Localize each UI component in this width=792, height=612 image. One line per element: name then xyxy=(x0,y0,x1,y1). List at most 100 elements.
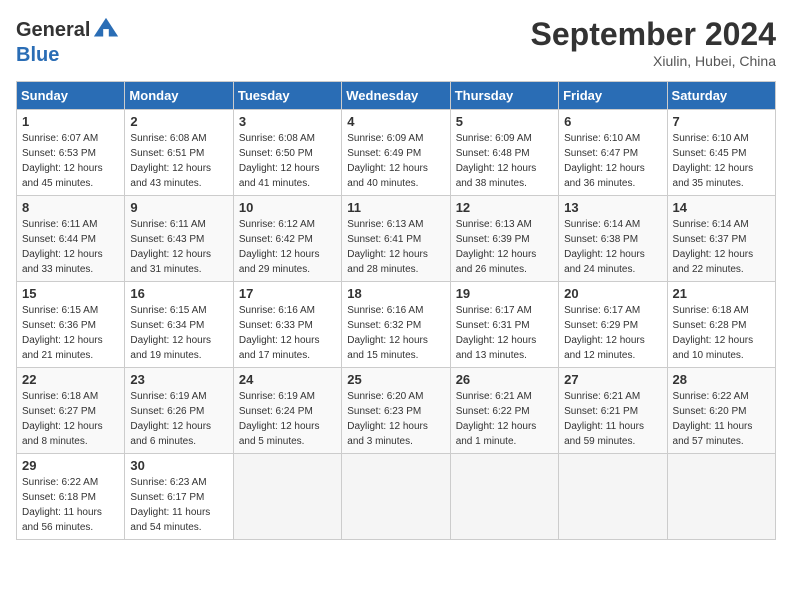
calendar-cell xyxy=(667,454,775,540)
day-number: 22 xyxy=(22,372,119,387)
day-number: 14 xyxy=(673,200,770,215)
day-header-saturday: Saturday xyxy=(667,82,775,110)
day-number: 17 xyxy=(239,286,336,301)
calendar-cell: 15 Sunrise: 6:15 AM Sunset: 6:36 PM Dayl… xyxy=(17,282,125,368)
calendar-cell: 27 Sunrise: 6:21 AM Sunset: 6:21 PM Dayl… xyxy=(559,368,667,454)
day-number: 20 xyxy=(564,286,661,301)
day-header-sunday: Sunday xyxy=(17,82,125,110)
calendar-cell: 2 Sunrise: 6:08 AM Sunset: 6:51 PM Dayli… xyxy=(125,110,233,196)
calendar-cell xyxy=(342,454,450,540)
calendar-cell: 5 Sunrise: 6:09 AM Sunset: 6:48 PM Dayli… xyxy=(450,110,558,196)
day-header-tuesday: Tuesday xyxy=(233,82,341,110)
day-number: 25 xyxy=(347,372,444,387)
day-info: Sunrise: 6:21 AM Sunset: 6:22 PM Dayligh… xyxy=(456,389,553,449)
day-number: 15 xyxy=(22,286,119,301)
day-info: Sunrise: 6:16 AM Sunset: 6:33 PM Dayligh… xyxy=(239,303,336,363)
day-info: Sunrise: 6:18 AM Sunset: 6:27 PM Dayligh… xyxy=(22,389,119,449)
calendar-cell: 11 Sunrise: 6:13 AM Sunset: 6:41 PM Dayl… xyxy=(342,196,450,282)
logo-icon xyxy=(92,16,120,44)
calendar-week-1: 1 Sunrise: 6:07 AM Sunset: 6:53 PM Dayli… xyxy=(17,110,776,196)
day-number: 5 xyxy=(456,114,553,129)
calendar-cell: 22 Sunrise: 6:18 AM Sunset: 6:27 PM Dayl… xyxy=(17,368,125,454)
calendar-week-3: 15 Sunrise: 6:15 AM Sunset: 6:36 PM Dayl… xyxy=(17,282,776,368)
day-number: 28 xyxy=(673,372,770,387)
day-number: 7 xyxy=(673,114,770,129)
day-info: Sunrise: 6:10 AM Sunset: 6:45 PM Dayligh… xyxy=(673,131,770,191)
day-info: Sunrise: 6:22 AM Sunset: 6:18 PM Dayligh… xyxy=(22,475,119,535)
day-number: 9 xyxy=(130,200,227,215)
calendar-cell: 29 Sunrise: 6:22 AM Sunset: 6:18 PM Dayl… xyxy=(17,454,125,540)
day-number: 12 xyxy=(456,200,553,215)
day-number: 10 xyxy=(239,200,336,215)
day-number: 21 xyxy=(673,286,770,301)
calendar-cell: 30 Sunrise: 6:23 AM Sunset: 6:17 PM Dayl… xyxy=(125,454,233,540)
day-info: Sunrise: 6:20 AM Sunset: 6:23 PM Dayligh… xyxy=(347,389,444,449)
day-info: Sunrise: 6:14 AM Sunset: 6:37 PM Dayligh… xyxy=(673,217,770,277)
day-number: 13 xyxy=(564,200,661,215)
day-info: Sunrise: 6:09 AM Sunset: 6:48 PM Dayligh… xyxy=(456,131,553,191)
day-number: 16 xyxy=(130,286,227,301)
day-number: 26 xyxy=(456,372,553,387)
calendar-cell: 7 Sunrise: 6:10 AM Sunset: 6:45 PM Dayli… xyxy=(667,110,775,196)
calendar-cell xyxy=(233,454,341,540)
day-number: 3 xyxy=(239,114,336,129)
day-info: Sunrise: 6:13 AM Sunset: 6:39 PM Dayligh… xyxy=(456,217,553,277)
logo-text: General xyxy=(16,19,90,41)
calendar-cell: 25 Sunrise: 6:20 AM Sunset: 6:23 PM Dayl… xyxy=(342,368,450,454)
day-header-wednesday: Wednesday xyxy=(342,82,450,110)
calendar-cell xyxy=(559,454,667,540)
day-info: Sunrise: 6:18 AM Sunset: 6:28 PM Dayligh… xyxy=(673,303,770,363)
calendar-cell: 21 Sunrise: 6:18 AM Sunset: 6:28 PM Dayl… xyxy=(667,282,775,368)
calendar-cell: 20 Sunrise: 6:17 AM Sunset: 6:29 PM Dayl… xyxy=(559,282,667,368)
calendar-cell: 24 Sunrise: 6:19 AM Sunset: 6:24 PM Dayl… xyxy=(233,368,341,454)
calendar-cell: 9 Sunrise: 6:11 AM Sunset: 6:43 PM Dayli… xyxy=(125,196,233,282)
day-number: 27 xyxy=(564,372,661,387)
calendar-cell: 1 Sunrise: 6:07 AM Sunset: 6:53 PM Dayli… xyxy=(17,110,125,196)
day-info: Sunrise: 6:16 AM Sunset: 6:32 PM Dayligh… xyxy=(347,303,444,363)
calendar-cell: 18 Sunrise: 6:16 AM Sunset: 6:32 PM Dayl… xyxy=(342,282,450,368)
day-info: Sunrise: 6:15 AM Sunset: 6:34 PM Dayligh… xyxy=(130,303,227,363)
logo-blue-text: Blue xyxy=(16,44,59,66)
day-info: Sunrise: 6:13 AM Sunset: 6:41 PM Dayligh… xyxy=(347,217,444,277)
day-number: 2 xyxy=(130,114,227,129)
day-number: 18 xyxy=(347,286,444,301)
month-title: September 2024 xyxy=(531,16,776,53)
day-info: Sunrise: 6:07 AM Sunset: 6:53 PM Dayligh… xyxy=(22,131,119,191)
day-number: 11 xyxy=(347,200,444,215)
calendar-cell: 17 Sunrise: 6:16 AM Sunset: 6:33 PM Dayl… xyxy=(233,282,341,368)
page-header: General Blue September 2024 Xiulin, Hube… xyxy=(16,16,776,69)
calendar-cell: 12 Sunrise: 6:13 AM Sunset: 6:39 PM Dayl… xyxy=(450,196,558,282)
day-number: 6 xyxy=(564,114,661,129)
calendar-cell: 13 Sunrise: 6:14 AM Sunset: 6:38 PM Dayl… xyxy=(559,196,667,282)
day-info: Sunrise: 6:21 AM Sunset: 6:21 PM Dayligh… xyxy=(564,389,661,449)
calendar-cell: 26 Sunrise: 6:21 AM Sunset: 6:22 PM Dayl… xyxy=(450,368,558,454)
calendar-cell: 3 Sunrise: 6:08 AM Sunset: 6:50 PM Dayli… xyxy=(233,110,341,196)
day-number: 19 xyxy=(456,286,553,301)
calendar-cell: 4 Sunrise: 6:09 AM Sunset: 6:49 PM Dayli… xyxy=(342,110,450,196)
calendar-cell: 6 Sunrise: 6:10 AM Sunset: 6:47 PM Dayli… xyxy=(559,110,667,196)
day-info: Sunrise: 6:08 AM Sunset: 6:50 PM Dayligh… xyxy=(239,131,336,191)
calendar-week-4: 22 Sunrise: 6:18 AM Sunset: 6:27 PM Dayl… xyxy=(17,368,776,454)
day-info: Sunrise: 6:23 AM Sunset: 6:17 PM Dayligh… xyxy=(130,475,227,535)
calendar-cell: 16 Sunrise: 6:15 AM Sunset: 6:34 PM Dayl… xyxy=(125,282,233,368)
day-info: Sunrise: 6:17 AM Sunset: 6:31 PM Dayligh… xyxy=(456,303,553,363)
day-info: Sunrise: 6:11 AM Sunset: 6:44 PM Dayligh… xyxy=(22,217,119,277)
day-header-thursday: Thursday xyxy=(450,82,558,110)
calendar-cell: 23 Sunrise: 6:19 AM Sunset: 6:26 PM Dayl… xyxy=(125,368,233,454)
day-number: 30 xyxy=(130,458,227,473)
location: Xiulin, Hubei, China xyxy=(531,53,776,69)
calendar-week-2: 8 Sunrise: 6:11 AM Sunset: 6:44 PM Dayli… xyxy=(17,196,776,282)
day-info: Sunrise: 6:09 AM Sunset: 6:49 PM Dayligh… xyxy=(347,131,444,191)
calendar-cell: 28 Sunrise: 6:22 AM Sunset: 6:20 PM Dayl… xyxy=(667,368,775,454)
day-info: Sunrise: 6:17 AM Sunset: 6:29 PM Dayligh… xyxy=(564,303,661,363)
calendar-cell: 8 Sunrise: 6:11 AM Sunset: 6:44 PM Dayli… xyxy=(17,196,125,282)
calendar-cell: 10 Sunrise: 6:12 AM Sunset: 6:42 PM Dayl… xyxy=(233,196,341,282)
day-info: Sunrise: 6:12 AM Sunset: 6:42 PM Dayligh… xyxy=(239,217,336,277)
day-info: Sunrise: 6:08 AM Sunset: 6:51 PM Dayligh… xyxy=(130,131,227,191)
day-info: Sunrise: 6:10 AM Sunset: 6:47 PM Dayligh… xyxy=(564,131,661,191)
day-info: Sunrise: 6:22 AM Sunset: 6:20 PM Dayligh… xyxy=(673,389,770,449)
day-info: Sunrise: 6:15 AM Sunset: 6:36 PM Dayligh… xyxy=(22,303,119,363)
day-info: Sunrise: 6:14 AM Sunset: 6:38 PM Dayligh… xyxy=(564,217,661,277)
day-number: 23 xyxy=(130,372,227,387)
calendar-cell: 19 Sunrise: 6:17 AM Sunset: 6:31 PM Dayl… xyxy=(450,282,558,368)
